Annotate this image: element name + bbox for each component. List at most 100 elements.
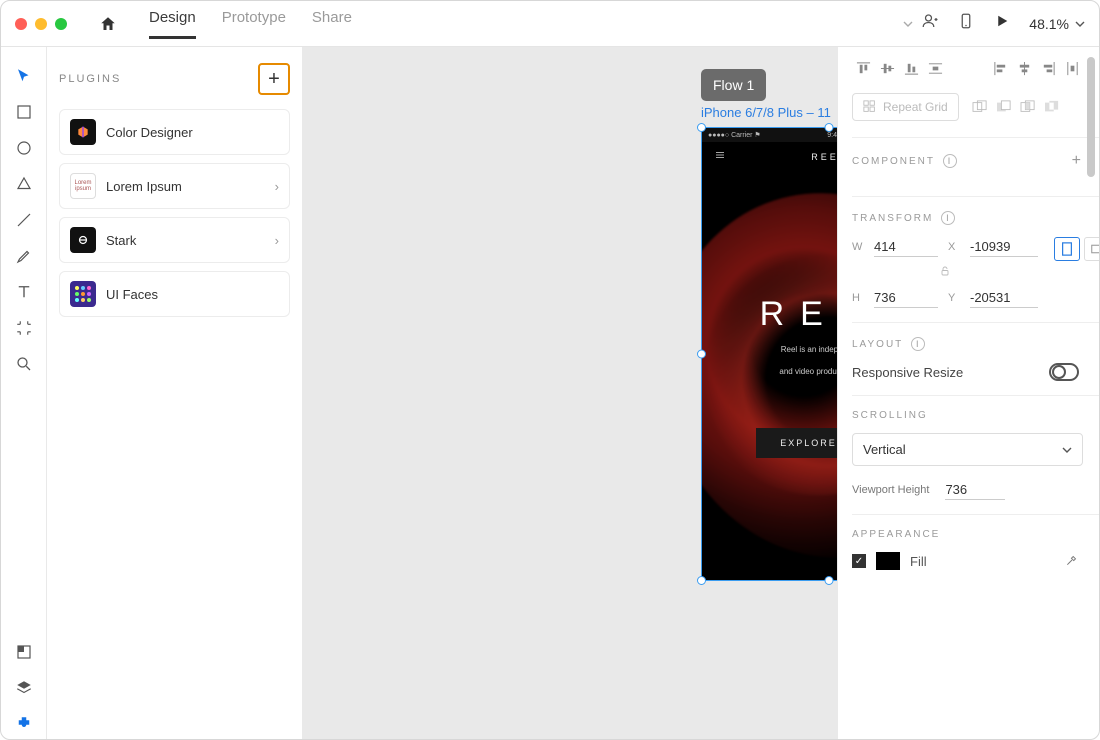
align-left-icon[interactable] [989, 57, 1011, 79]
info-icon[interactable]: i [941, 211, 955, 225]
rectangle-tool[interactable] [9, 97, 39, 127]
lorem-ipsum-icon: Lorem ipsum [70, 173, 96, 199]
scrolling-value: Vertical [863, 442, 906, 457]
selection-handle[interactable] [825, 123, 834, 132]
appearance-heading: APPEARANCE [852, 529, 940, 540]
eyedropper-icon[interactable] [1065, 553, 1079, 570]
selection-handle[interactable] [697, 350, 706, 359]
plugin-item-color-designer[interactable]: Color Designer [59, 109, 290, 155]
zoom-value: 48.1% [1029, 16, 1069, 32]
add-component-button[interactable]: + [1072, 152, 1083, 170]
explore-films-button: EXPLORE FILMS [756, 428, 837, 458]
artboard-tool[interactable] [9, 313, 39, 343]
bool-subtract-icon[interactable] [993, 98, 1015, 116]
zoom-control[interactable]: 48.1% [1029, 16, 1085, 32]
top-right-controls: 48.1% [921, 12, 1085, 35]
home-button[interactable] [93, 9, 123, 39]
w-label: W [852, 241, 864, 253]
device-preview-icon[interactable] [957, 12, 975, 35]
align-vcenter-icon[interactable] [876, 57, 898, 79]
close-icon[interactable] [15, 18, 27, 30]
plugins-heading: PLUGINS [59, 73, 121, 85]
tab-design[interactable]: Design [149, 9, 196, 39]
y-input[interactable] [970, 288, 1038, 308]
chevron-down-icon[interactable] [1075, 19, 1085, 29]
x-input[interactable] [970, 237, 1038, 257]
fill-label: Fill [910, 554, 927, 569]
viewport-height-input[interactable] [945, 480, 1005, 500]
transform-fields: W X H Y [852, 237, 1038, 308]
viewport-label: Viewport Height [852, 484, 929, 496]
plugin-label: Stark [106, 233, 136, 248]
add-plugin-button[interactable]: + [258, 63, 290, 95]
fill-swatch[interactable] [876, 552, 900, 570]
canvas[interactable]: Flow 1 iPhone 6/7/8 Plus – 11 ●●●●○ Carr… [303, 47, 837, 739]
plugin-item-ui-faces[interactable]: UI Faces [59, 271, 290, 317]
statusbar-time: 9:41 AM [827, 132, 837, 139]
bool-union-icon[interactable] [969, 98, 991, 116]
line-tool[interactable] [9, 205, 39, 235]
selection-handle[interactable] [697, 123, 706, 132]
bool-exclude-icon[interactable] [1041, 98, 1063, 116]
hero-title: REEL [760, 295, 837, 334]
width-input[interactable] [874, 237, 938, 257]
mode-tabs: Design Prototype Share [149, 9, 352, 39]
x-label: X [948, 241, 960, 253]
align-top-icon[interactable] [852, 57, 874, 79]
lock-aspect-icon[interactable] [939, 265, 951, 280]
text-tool[interactable] [9, 277, 39, 307]
tab-share[interactable]: Share [312, 9, 352, 39]
assets-panel-icon[interactable] [9, 637, 39, 667]
align-bottom-icon[interactable] [900, 57, 922, 79]
repeat-grid-button[interactable]: Repeat Grid [852, 93, 959, 121]
flow-label[interactable]: Flow 1 [701, 69, 766, 101]
layers-panel-icon[interactable] [9, 673, 39, 703]
distribute-h-icon[interactable] [1061, 57, 1083, 79]
artboard[interactable]: ●●●●○ Carrier ⚑ 9:41 AM ⚡ 42% ▮ REEL REE… [701, 127, 837, 581]
play-icon[interactable] [993, 12, 1011, 35]
responsive-label: Responsive Resize [852, 365, 963, 380]
selection-handle[interactable] [825, 576, 834, 585]
height-input[interactable] [874, 288, 938, 308]
plugin-label: Color Designer [106, 125, 193, 140]
polygon-tool[interactable] [9, 169, 39, 199]
plugins-panel-icon[interactable] [9, 709, 39, 739]
ellipse-tool[interactable] [9, 133, 39, 163]
hamburger-icon [714, 148, 726, 166]
plugin-item-lorem-ipsum[interactable]: Lorem ipsum Lorem Ipsum › [59, 163, 290, 209]
pen-tool[interactable] [9, 241, 39, 271]
brand-small: REEL [811, 152, 837, 162]
topbar: Design Prototype Share 48.1% [1, 1, 1099, 47]
align-hcenter-icon[interactable] [1013, 57, 1035, 79]
info-icon[interactable]: i [943, 154, 957, 168]
fill-checkbox[interactable]: ✓ [852, 554, 866, 568]
align-right-icon[interactable] [1037, 57, 1059, 79]
plugin-item-stark[interactable]: Stark › [59, 217, 290, 263]
landscape-button[interactable] [1084, 237, 1099, 261]
y-label: Y [948, 292, 960, 304]
plugins-panel: PLUGINS + Color Designer Lorem ipsum Lor… [47, 47, 303, 739]
scrolling-select[interactable]: Vertical [852, 433, 1083, 466]
artboard-label[interactable]: iPhone 6/7/8 Plus – 11 [701, 105, 831, 120]
repeat-grid-label: Repeat Grid [883, 100, 948, 114]
select-tool[interactable] [9, 61, 39, 91]
responsive-toggle[interactable] [1049, 363, 1079, 381]
invite-icon[interactable] [921, 12, 939, 35]
maximize-icon[interactable] [55, 18, 67, 30]
inspector-panel: Repeat Grid COMPONENTi+ TRANSFORMi W [837, 47, 1099, 739]
selection-handle[interactable] [697, 576, 706, 585]
transform-heading: TRANSFORM [852, 213, 933, 224]
tab-prototype[interactable]: Prototype [222, 9, 286, 39]
distribute-v-icon[interactable] [924, 57, 946, 79]
bool-intersect-icon[interactable] [1017, 98, 1039, 116]
zoom-tool[interactable] [9, 349, 39, 379]
window-controls[interactable] [15, 18, 67, 30]
minimize-icon[interactable] [35, 18, 47, 30]
statusbar-carrier: ●●●●○ Carrier ⚑ [708, 131, 761, 139]
chevron-down-icon[interactable] [903, 19, 913, 29]
art-header: REEL [702, 142, 837, 172]
scrolling-heading: SCROLLING [852, 410, 928, 421]
stark-icon [70, 227, 96, 253]
portrait-button[interactable] [1054, 237, 1080, 261]
info-icon[interactable]: i [911, 337, 925, 351]
